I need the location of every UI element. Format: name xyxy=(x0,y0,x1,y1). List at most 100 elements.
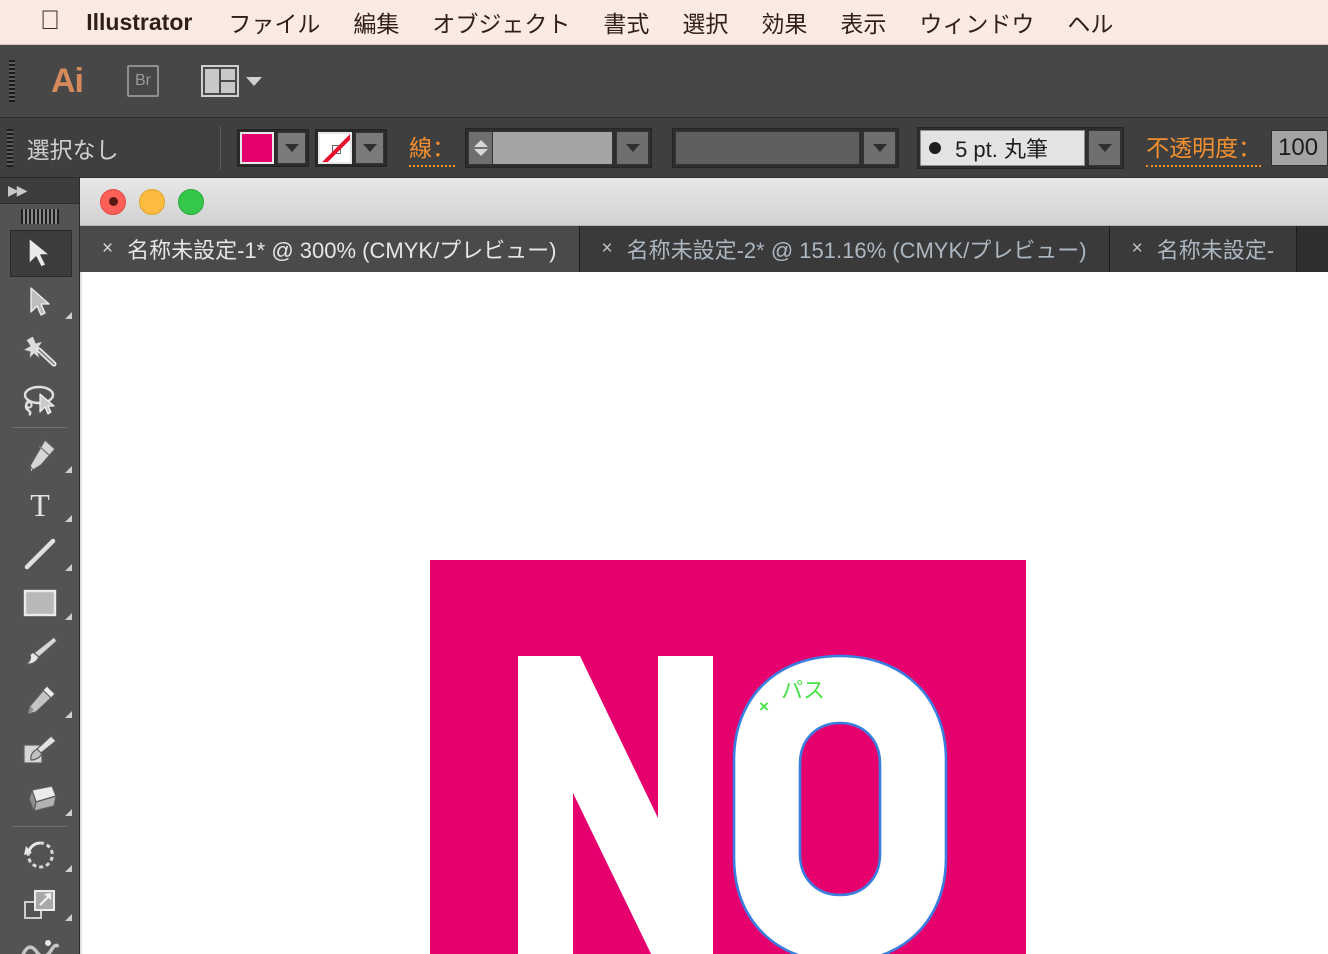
tool-group-indicator[interactable] xyxy=(65,865,72,872)
tools-panel-grip[interactable] xyxy=(0,204,79,228)
lasso-tool[interactable] xyxy=(0,375,80,424)
close-icon[interactable]: × xyxy=(102,238,113,260)
chevron-up-icon[interactable] xyxy=(473,139,488,147)
brush-definition-field[interactable]: 5 pt. 丸筆 xyxy=(920,129,1086,166)
pen-tool[interactable] xyxy=(0,431,80,480)
artboard[interactable]: × パス xyxy=(430,560,1026,954)
menu-item-help[interactable]: ヘル xyxy=(1067,5,1113,39)
menu-item-edit[interactable]: 編集 xyxy=(353,5,399,39)
arrange-documents-button[interactable] xyxy=(201,65,262,97)
direct-selection-tool[interactable] xyxy=(0,277,80,326)
arrange-documents-icon xyxy=(201,65,239,97)
document-tab-bar: × 名称未設定-1* @ 300% (CMYK/プレビュー) × 名称未設定-2… xyxy=(80,226,1328,272)
tool-group-indicator[interactable] xyxy=(65,914,72,921)
application-bar: Ai Br xyxy=(0,45,1328,118)
controlbar-drag-grip[interactable] xyxy=(7,128,13,167)
svg-text:T: T xyxy=(30,488,50,522)
eraser-tool[interactable] xyxy=(0,774,80,823)
selection-tool[interactable] xyxy=(0,228,80,277)
type-tool[interactable]: T xyxy=(0,480,80,529)
tool-group-indicator[interactable] xyxy=(65,515,72,522)
stroke-weight-label[interactable]: 線： xyxy=(409,129,456,167)
appbar-drag-grip[interactable] xyxy=(9,60,15,102)
tool-group-indicator[interactable] xyxy=(65,312,72,319)
stroke-weight-dropdown-button[interactable] xyxy=(616,130,650,165)
opacity-label[interactable]: 不透明度： xyxy=(1146,129,1262,167)
stroke-profile-dropdown-button[interactable] xyxy=(863,130,897,165)
magic-wand-tool[interactable] xyxy=(0,326,80,375)
document-tab-2[interactable]: × 名称未設定-2* @ 151.16% (CMYK/プレビュー) xyxy=(579,226,1110,272)
stroke-swatch-none[interactable] xyxy=(318,131,353,164)
tool-group-indicator[interactable] xyxy=(65,809,72,816)
bridge-button[interactable]: Br xyxy=(127,65,159,97)
line-segment-tool[interactable] xyxy=(0,529,80,578)
zoom-button[interactable] xyxy=(178,188,204,215)
chevron-down-icon xyxy=(625,143,640,152)
tools-divider xyxy=(12,427,67,428)
document-tab-1[interactable]: × 名称未設定-1* @ 300% (CMYK/プレビュー) xyxy=(80,226,580,272)
stroke-dropdown-button[interactable] xyxy=(355,131,385,164)
chevron-down-icon xyxy=(362,143,377,152)
smart-guide-label: パス xyxy=(781,678,826,703)
tool-group-indicator[interactable] xyxy=(65,711,72,718)
tool-group-indicator[interactable] xyxy=(65,466,72,473)
fill-control[interactable] xyxy=(237,128,310,167)
chevron-down-icon xyxy=(872,143,887,152)
shaper-tool[interactable] xyxy=(0,725,80,774)
anchor-point-marker: × xyxy=(759,697,769,716)
width-tool[interactable] xyxy=(0,928,80,954)
pencil-tool[interactable] xyxy=(0,676,80,725)
document-tab-label: 名称未設定-1* @ 300% (CMYK/プレビュー) xyxy=(127,238,557,263)
artboard-canvas[interactable]: × パス xyxy=(80,272,1328,954)
document-tab-label: 名称未設定- xyxy=(1156,238,1275,263)
rectangle-tool[interactable] xyxy=(0,578,80,627)
document-tab-3[interactable]: × 名称未設定- xyxy=(1109,226,1298,272)
document-window: × 名称未設定-1* @ 300% (CMYK/プレビュー) × 名称未設定-2… xyxy=(80,178,1328,954)
selection-status-label: 選択なし xyxy=(26,136,119,163)
stroke-weight-control[interactable] xyxy=(465,127,653,168)
menu-item-view[interactable]: 表示 xyxy=(840,5,886,39)
menu-item-object[interactable]: オブジェクト xyxy=(432,5,570,39)
menu-item-file[interactable]: ファイル xyxy=(228,5,320,39)
chevron-down-icon[interactable] xyxy=(473,148,488,156)
round-brush-icon xyxy=(929,141,942,154)
minimize-button[interactable] xyxy=(139,188,165,215)
artwork-no-limit[interactable] xyxy=(430,560,1026,954)
tool-group-indicator[interactable] xyxy=(65,564,72,571)
stroke-profile-control[interactable] xyxy=(672,127,900,168)
brush-definition-control[interactable]: 5 pt. 丸筆 xyxy=(917,126,1125,169)
macos-menu-bar:  Illustrator ファイル 編集 オブジェクト 書式 選択 効果 表示… xyxy=(0,0,1328,45)
menu-item-window[interactable]: ウィンドウ xyxy=(919,5,1034,39)
illustrator-app-window:  Illustrator ファイル 編集 オブジェクト 書式 選択 効果 表示… xyxy=(0,0,1328,954)
menu-item-illustrator[interactable]: Illustrator xyxy=(86,9,192,36)
menu-item-select[interactable]: 選択 xyxy=(682,5,728,39)
rotate-tool[interactable] xyxy=(0,830,80,879)
illustrator-logo: Ai xyxy=(51,61,84,100)
scale-tool[interactable] xyxy=(0,879,80,928)
close-icon[interactable]: × xyxy=(1132,238,1143,260)
paintbrush-tool[interactable] xyxy=(0,627,80,676)
stroke-profile-input[interactable] xyxy=(675,130,861,165)
stroke-control[interactable] xyxy=(315,128,388,167)
document-tab-label: 名称未設定-2* @ 151.16% (CMYK/プレビュー) xyxy=(626,238,1087,263)
menu-item-effect[interactable]: 効果 xyxy=(761,5,807,39)
tools-panel-header[interactable]: ▶▶ xyxy=(0,178,79,204)
brush-definition-label: 5 pt. 丸筆 xyxy=(955,136,1048,162)
close-icon[interactable]: × xyxy=(602,238,613,260)
divider xyxy=(220,125,222,170)
double-chevron-right-icon[interactable]: ▶▶ xyxy=(8,182,27,199)
close-button[interactable] xyxy=(100,188,126,215)
control-bar: 選択なし 線： 5 pt. 丸筆 不透明度： 100 xyxy=(0,118,1328,178)
stroke-weight-stepper[interactable] xyxy=(468,130,494,165)
fill-swatch[interactable] xyxy=(240,131,275,164)
stroke-weight-input[interactable] xyxy=(493,130,614,165)
tool-group-indicator[interactable] xyxy=(65,613,72,620)
fill-dropdown-button[interactable] xyxy=(277,131,307,164)
opacity-input[interactable]: 100 xyxy=(1271,129,1328,166)
tools-panel: ▶▶ T xyxy=(0,178,80,954)
window-title-bar[interactable] xyxy=(80,178,1328,226)
tools-divider xyxy=(12,826,67,827)
apple-logo-icon[interactable]:  xyxy=(40,6,60,34)
menu-item-type[interactable]: 書式 xyxy=(603,5,649,39)
brush-definition-dropdown-button[interactable] xyxy=(1088,129,1122,166)
